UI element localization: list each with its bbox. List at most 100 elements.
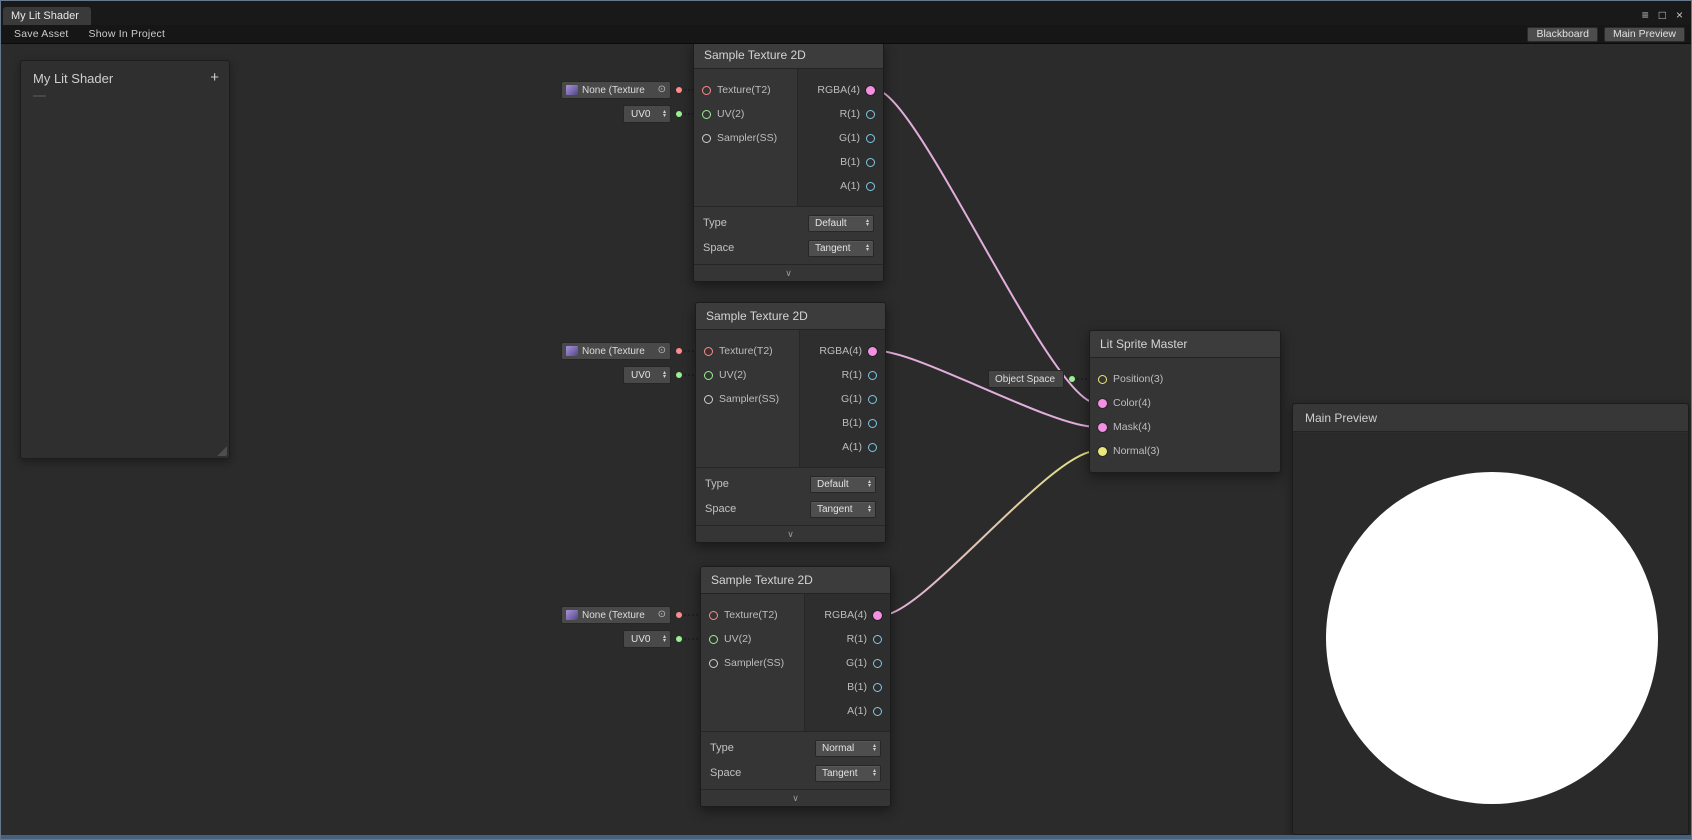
texture-port-icon[interactable] bbox=[704, 347, 713, 356]
node-title[interactable]: Sample Texture 2D bbox=[694, 42, 883, 69]
space-dropdown[interactable]: Tangent ▴▾ bbox=[810, 501, 876, 518]
r-port-icon[interactable] bbox=[873, 635, 882, 644]
port-label: R(1) bbox=[840, 108, 860, 120]
main-preview-toggle-button[interactable]: Main Preview bbox=[1604, 27, 1685, 42]
rgba-port-icon[interactable] bbox=[873, 611, 882, 620]
b-port-icon[interactable] bbox=[868, 419, 877, 428]
output-port-r[interactable]: R(1) bbox=[805, 627, 890, 651]
node-title[interactable]: Sample Texture 2D bbox=[701, 567, 890, 594]
window-maximize-icon[interactable]: □ bbox=[1659, 9, 1666, 21]
collapse-chevron-button[interactable]: ∨ bbox=[694, 264, 883, 281]
a-port-icon[interactable] bbox=[866, 182, 875, 191]
position-port-icon[interactable] bbox=[1098, 375, 1107, 384]
g-port-icon[interactable] bbox=[868, 395, 877, 404]
rgba-port-icon[interactable] bbox=[868, 347, 877, 356]
input-port-sampler[interactable]: Sampler(SS) bbox=[694, 126, 797, 150]
blackboard-toggle-button[interactable]: Blackboard bbox=[1527, 27, 1598, 42]
window-resize-edge[interactable] bbox=[1, 835, 1691, 839]
sampler-port-icon[interactable] bbox=[704, 395, 713, 404]
a-port-icon[interactable] bbox=[868, 443, 877, 452]
uv-channel-dropdown[interactable]: UV0 ▴▾ bbox=[623, 630, 671, 648]
input-port-sampler[interactable]: Sampler(SS) bbox=[696, 387, 799, 411]
type-dropdown[interactable]: Default ▴▾ bbox=[810, 476, 876, 493]
preview-title[interactable]: Main Preview bbox=[1293, 404, 1688, 432]
blackboard-panel[interactable]: My Lit Shader + bbox=[20, 60, 230, 459]
uv-port-icon[interactable] bbox=[704, 371, 713, 380]
stepper-icon: ▴▾ bbox=[663, 371, 666, 379]
output-port-b[interactable]: B(1) bbox=[798, 150, 883, 174]
uv-port-icon[interactable] bbox=[709, 635, 718, 644]
output-port-g[interactable]: G(1) bbox=[800, 387, 885, 411]
output-port-a[interactable]: A(1) bbox=[805, 699, 890, 723]
output-port-a[interactable]: A(1) bbox=[800, 435, 885, 459]
object-picker-icon[interactable]: ⊙ bbox=[658, 346, 666, 356]
show-in-project-button[interactable]: Show In Project bbox=[82, 26, 173, 42]
input-port-uv[interactable]: UV(2) bbox=[701, 627, 804, 651]
normal-port-icon[interactable] bbox=[1098, 447, 1107, 456]
output-port-g[interactable]: G(1) bbox=[798, 126, 883, 150]
texture-port-icon[interactable] bbox=[709, 611, 718, 620]
object-picker-icon[interactable]: ⊙ bbox=[658, 85, 666, 95]
texture-object-field[interactable]: None (Texture ⊙ bbox=[561, 342, 671, 360]
uv-channel-dropdown[interactable]: UV0 ▴▾ bbox=[623, 366, 671, 384]
space-dropdown[interactable]: Tangent ▴▾ bbox=[808, 240, 874, 257]
node-title[interactable]: Lit Sprite Master bbox=[1090, 331, 1280, 358]
node-title[interactable]: Sample Texture 2D bbox=[696, 303, 885, 330]
sampler-port-icon[interactable] bbox=[702, 134, 711, 143]
output-port-b[interactable]: B(1) bbox=[800, 411, 885, 435]
uv-channel-dropdown[interactable]: UV0 ▴▾ bbox=[623, 105, 671, 123]
main-preview-panel[interactable]: Main Preview bbox=[1292, 403, 1689, 835]
blackboard-resize-grip[interactable] bbox=[216, 445, 227, 456]
output-port-rgba[interactable]: RGBA(4) bbox=[805, 603, 890, 627]
window-menu-icon[interactable]: ≡ bbox=[1642, 9, 1649, 21]
window-tab[interactable]: My Lit Shader bbox=[3, 7, 91, 25]
sample-texture-2d-node-1[interactable]: Sample Texture 2D Texture(T2) UV(2) Samp… bbox=[693, 41, 884, 282]
input-port-uv[interactable]: UV(2) bbox=[696, 363, 799, 387]
r-port-icon[interactable] bbox=[868, 371, 877, 380]
output-port-r[interactable]: R(1) bbox=[800, 363, 885, 387]
output-port-g[interactable]: G(1) bbox=[805, 651, 890, 675]
collapse-chevron-button[interactable]: ∨ bbox=[696, 525, 885, 542]
input-port-mask[interactable]: Mask(4) bbox=[1090, 415, 1280, 439]
uv-port-icon[interactable] bbox=[702, 110, 711, 119]
preview-viewport[interactable] bbox=[1293, 433, 1688, 834]
output-port-b[interactable]: B(1) bbox=[805, 675, 890, 699]
type-dropdown[interactable]: Default ▴▾ bbox=[808, 215, 874, 232]
input-port-sampler[interactable]: Sampler(SS) bbox=[701, 651, 804, 675]
sample-texture-2d-node-3[interactable]: Sample Texture 2D Texture(T2) UV(2) Samp… bbox=[700, 566, 891, 807]
sampler-port-icon[interactable] bbox=[709, 659, 718, 668]
input-port-normal[interactable]: Normal(3) bbox=[1090, 439, 1280, 463]
input-port-texture[interactable]: Texture(T2) bbox=[701, 603, 804, 627]
texture-port-icon[interactable] bbox=[702, 86, 711, 95]
texture-object-field[interactable]: None (Texture ⊙ bbox=[561, 81, 671, 99]
lit-sprite-master-node[interactable]: Lit Sprite Master Position(3) Color(4) M… bbox=[1089, 330, 1281, 473]
mask-port-icon[interactable] bbox=[1098, 423, 1107, 432]
color-port-icon[interactable] bbox=[1098, 399, 1107, 408]
space-dropdown[interactable]: Tangent ▴▾ bbox=[815, 765, 881, 782]
window-close-icon[interactable]: × bbox=[1676, 9, 1683, 21]
input-port-texture[interactable]: Texture(T2) bbox=[694, 78, 797, 102]
b-port-icon[interactable] bbox=[873, 683, 882, 692]
r-port-icon[interactable] bbox=[866, 110, 875, 119]
input-port-position[interactable]: Position(3) bbox=[1090, 367, 1280, 391]
output-port-rgba[interactable]: RGBA(4) bbox=[798, 78, 883, 102]
input-port-color[interactable]: Color(4) bbox=[1090, 391, 1280, 415]
input-port-uv[interactable]: UV(2) bbox=[694, 102, 797, 126]
sample-texture-2d-node-2[interactable]: Sample Texture 2D Texture(T2) UV(2) Samp… bbox=[695, 302, 886, 543]
output-port-r[interactable]: R(1) bbox=[798, 102, 883, 126]
input-port-texture[interactable]: Texture(T2) bbox=[696, 339, 799, 363]
b-port-icon[interactable] bbox=[866, 158, 875, 167]
object-picker-icon[interactable]: ⊙ bbox=[658, 610, 666, 620]
position-space-widget[interactable]: Object Space bbox=[988, 370, 1064, 388]
add-property-button[interactable]: + bbox=[210, 71, 219, 85]
collapse-chevron-button[interactable]: ∨ bbox=[701, 789, 890, 806]
texture-object-field[interactable]: None (Texture ⊙ bbox=[561, 606, 671, 624]
output-port-a[interactable]: A(1) bbox=[798, 174, 883, 198]
a-port-icon[interactable] bbox=[873, 707, 882, 716]
g-port-icon[interactable] bbox=[873, 659, 882, 668]
type-dropdown[interactable]: Normal ▴▾ bbox=[815, 740, 881, 757]
rgba-port-icon[interactable] bbox=[866, 86, 875, 95]
g-port-icon[interactable] bbox=[866, 134, 875, 143]
output-port-rgba[interactable]: RGBA(4) bbox=[800, 339, 885, 363]
save-asset-button[interactable]: Save Asset bbox=[7, 26, 76, 42]
